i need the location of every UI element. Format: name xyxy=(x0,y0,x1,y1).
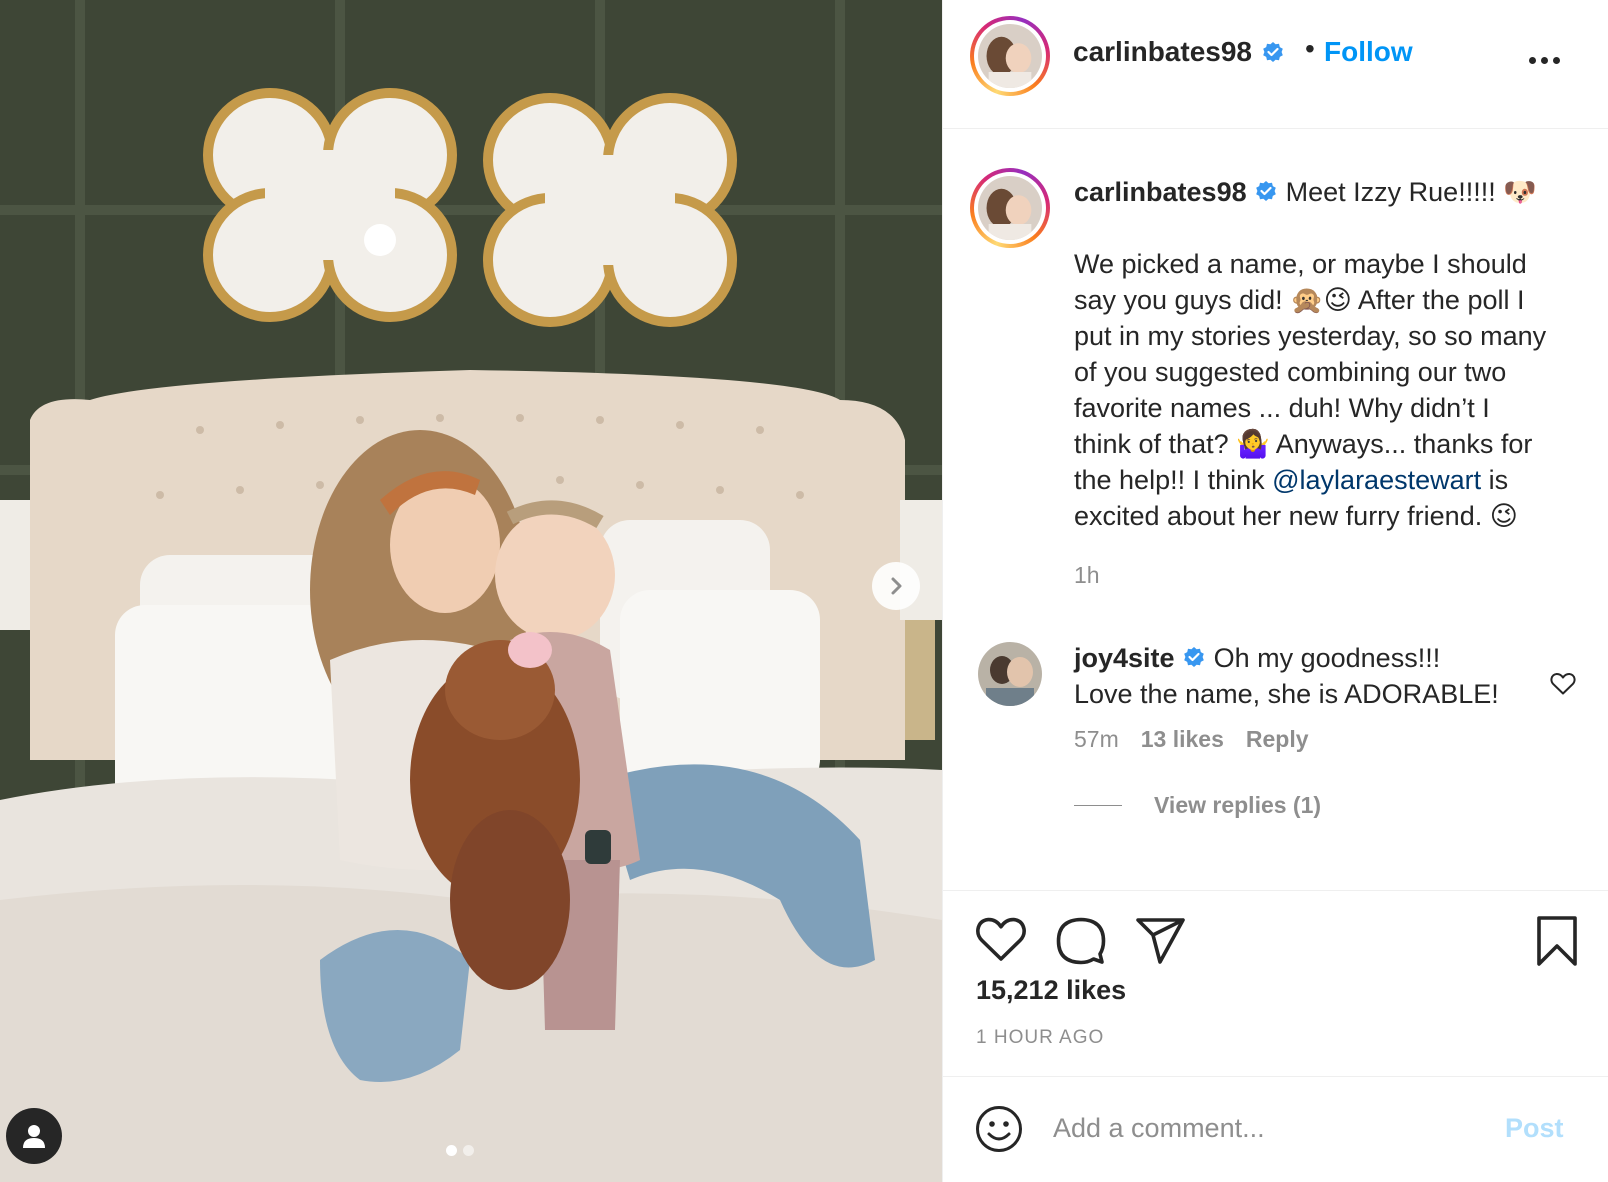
comment-time[interactable]: 57m xyxy=(1074,726,1119,753)
likes-count[interactable]: 15,212 likes xyxy=(976,975,1126,1006)
divider-line xyxy=(1074,805,1122,806)
comment-text: Love the name, she is ADORABLE! xyxy=(1074,679,1499,709)
carousel-dot-active xyxy=(446,1145,457,1156)
caption-line: excited about her new furry friend. 😉 xyxy=(1074,501,1518,531)
view-replies-button[interactable]: View replies (1) xyxy=(1074,792,1321,819)
caption-line: is xyxy=(1481,465,1509,495)
caption: carlinbates98 Meet Izzy Rue!!!!! 🐶 We pi… xyxy=(1074,174,1584,534)
like-heart-icon[interactable] xyxy=(975,915,1027,967)
post-actions: 15,212 likes 1 HOUR AGO xyxy=(943,890,1608,1076)
caption-line: Meet Izzy Rue!!!!! 🐶 xyxy=(1285,177,1537,207)
caption-time[interactable]: 1h xyxy=(1074,562,1100,589)
post-photo xyxy=(0,0,942,1182)
comment-input[interactable] xyxy=(1053,1105,1493,1151)
caption-line: put in my stories yesterday, so so many xyxy=(1074,321,1547,351)
comment-body: joy4site Oh my goodness!!! Love the name… xyxy=(1074,640,1544,712)
add-comment-bar: Post xyxy=(943,1076,1608,1182)
carousel-indicator xyxy=(446,1145,474,1156)
comments-area[interactable]: carlinbates98 Meet Izzy Rue!!!!! 🐶 We pi… xyxy=(943,130,1608,890)
tagged-users-button[interactable] xyxy=(6,1108,62,1164)
author-username[interactable]: carlinbates98 xyxy=(1073,36,1252,68)
avatar-image xyxy=(978,176,1042,240)
verified-badge-icon xyxy=(1261,41,1285,65)
comment-meta: 57m 13 likes Reply xyxy=(1074,726,1309,753)
separator-dot: • xyxy=(1305,33,1315,64)
post-header: carlinbates98 • Follow xyxy=(943,0,1608,129)
caption-line: We picked a name, or maybe I should xyxy=(1074,249,1527,279)
comment-like-heart-icon[interactable] xyxy=(1550,672,1576,701)
more-options-icon[interactable] xyxy=(1529,48,1569,72)
save-bookmark-icon[interactable] xyxy=(1531,915,1583,967)
comment-likes[interactable]: 13 likes xyxy=(1141,726,1224,753)
author-avatar[interactable] xyxy=(970,16,1050,96)
caption-line: favorite names ... duh! Why didn’t I xyxy=(1074,393,1490,423)
verified-badge-icon xyxy=(1182,643,1206,673)
avatar-image xyxy=(978,24,1042,88)
post-timestamp[interactable]: 1 HOUR AGO xyxy=(976,1027,1104,1049)
reply-button[interactable]: Reply xyxy=(1246,726,1309,753)
commenter-avatar[interactable] xyxy=(978,642,1042,706)
view-replies-label: View replies (1) xyxy=(1154,792,1322,818)
comment-bubble-icon[interactable] xyxy=(1055,915,1107,967)
verified-badge-icon xyxy=(1247,177,1286,207)
instagram-post: carlinbates98 • Follow carlinbates98 Mee… xyxy=(0,0,1608,1182)
follow-button[interactable]: Follow xyxy=(1324,36,1413,68)
caption-line: the help!! I think xyxy=(1074,465,1273,495)
post-side-panel: carlinbates98 • Follow carlinbates98 Mee… xyxy=(942,0,1608,1182)
caption-author-avatar[interactable] xyxy=(970,168,1050,248)
post-media[interactable] xyxy=(0,0,942,1182)
caption-line: of you suggested combining our two xyxy=(1074,357,1507,387)
chevron-right-icon xyxy=(891,577,902,595)
comment-text: Oh my goodness!!! xyxy=(1213,643,1441,673)
caption-username[interactable]: carlinbates98 xyxy=(1074,177,1247,207)
avatar-image xyxy=(978,642,1042,706)
commenter-username[interactable]: joy4site xyxy=(1074,643,1175,673)
caption-line: think of that? 🤷‍♀️ Anyways... thanks fo… xyxy=(1074,429,1533,459)
share-paper-plane-icon[interactable] xyxy=(1135,915,1187,967)
emoji-smile-icon[interactable] xyxy=(975,1105,1023,1158)
mention-link[interactable]: @laylaraestewart xyxy=(1272,465,1481,495)
carousel-dot xyxy=(463,1145,474,1156)
post-comment-button[interactable]: Post xyxy=(1505,1113,1564,1144)
caption-line xyxy=(1074,210,1584,246)
user-icon xyxy=(23,1125,45,1148)
caption-line: say you guys did! 🙊😉 After the poll I xyxy=(1074,285,1525,315)
next-image-button[interactable] xyxy=(872,562,920,610)
